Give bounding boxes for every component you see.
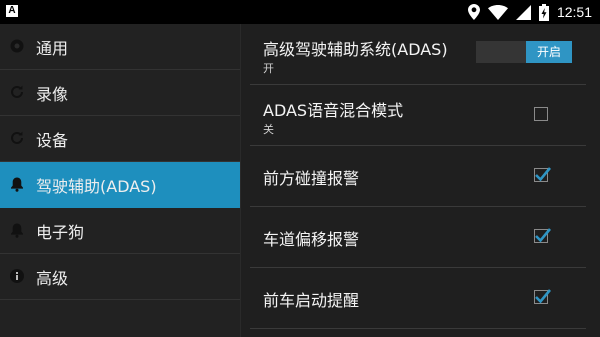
setting-front-car-start[interactable]: 前车启动提醒 — [250, 268, 586, 329]
setting-title: 前车启动提醒 — [263, 291, 360, 310]
status-bar: A 12:51 — [0, 0, 600, 24]
setting-forward-collision[interactable]: 前方碰撞报警 — [250, 146, 586, 207]
checkmark-icon — [535, 228, 552, 243]
sidebar-item-label: 通用 — [36, 38, 69, 58]
sidebar-item-recording[interactable]: 录像 — [0, 70, 240, 116]
sidebar-item-general[interactable]: 通用 — [0, 24, 240, 70]
sidebar-item-label: 驾驶辅助(ADAS) — [36, 176, 157, 196]
bell-icon — [11, 177, 23, 192]
forward-collision-checkbox[interactable] — [534, 167, 552, 182]
checkmark-icon — [535, 289, 552, 304]
settings-sidebar: 通用 录像 设备 驾驶辅助(ADAS) 电子狗 高级 — [0, 24, 240, 337]
setting-voice-mix[interactable]: ADAS语音混合模式 关 — [250, 85, 586, 146]
setting-title: ADAS语音混合模式 — [263, 101, 404, 120]
setting-title: 前方碰撞报警 — [263, 169, 360, 188]
setting-title: 车道偏移报警 — [263, 230, 360, 249]
adas-settings-list: 高级驾驶辅助系统(ADAS) 开 开启 ADAS语音混合模式 关 前方碰撞报警 … — [250, 24, 586, 337]
switch-on-label: 开启 — [526, 41, 572, 63]
sidebar-item-label: 电子狗 — [36, 222, 85, 242]
wifi-icon — [487, 4, 508, 20]
sidebar-item-advanced[interactable]: 高级 — [0, 254, 240, 300]
info-icon — [10, 269, 24, 283]
sidebar-item-speed-camera[interactable]: 电子狗 — [0, 208, 240, 254]
gear-icon — [10, 39, 24, 53]
sidebar-item-label: 高级 — [36, 268, 69, 288]
front-car-start-checkbox[interactable] — [534, 289, 552, 304]
clock: 12:51 — [556, 4, 592, 20]
checkmark-icon — [535, 167, 552, 182]
app-notification-icon: A — [6, 5, 18, 17]
setting-summary: 关 — [263, 123, 274, 136]
battery-charging-icon — [538, 3, 549, 21]
bell-icon — [11, 223, 23, 238]
setting-title: 高级驾驶辅助系统(ADAS) — [263, 40, 448, 59]
adas-switch[interactable]: 开启 — [476, 41, 572, 63]
voice-mix-checkbox[interactable] — [534, 107, 548, 121]
setting-summary: 开 — [263, 62, 274, 75]
refresh-icon — [11, 85, 23, 98]
sidebar-item-label: 设备 — [36, 130, 69, 150]
status-icons: 12:51 — [467, 0, 592, 24]
refresh-icon — [11, 131, 23, 144]
sidebar-item-device[interactable]: 设备 — [0, 116, 240, 162]
setting-lane-departure[interactable]: 车道偏移报警 — [250, 207, 586, 268]
lane-departure-checkbox[interactable] — [534, 228, 552, 243]
cell-signal-icon — [515, 4, 531, 20]
setting-adas[interactable]: 高级驾驶辅助系统(ADAS) 开 开启 — [250, 24, 586, 85]
location-icon — [467, 4, 480, 20]
pane-divider — [240, 24, 241, 337]
sidebar-item-label: 录像 — [36, 84, 69, 104]
sidebar-item-adas[interactable]: 驾驶辅助(ADAS) — [0, 162, 240, 208]
